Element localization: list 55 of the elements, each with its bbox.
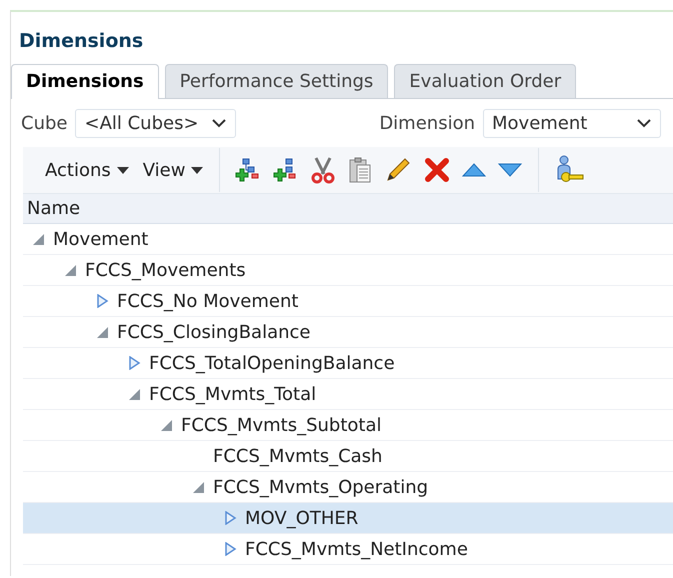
add-sibling-icon[interactable] — [272, 157, 298, 183]
collapsed-triangle-icon[interactable] — [127, 356, 141, 370]
tree-node-label[interactable]: FCCS_TotalOpeningBalance — [149, 352, 395, 374]
tree-node-label[interactable]: FCCS_Mvmts_Total — [149, 384, 316, 404]
tree-row[interactable]: Movement — [23, 224, 673, 255]
scissors-icon[interactable] — [310, 156, 336, 184]
expanded-triangle-icon[interactable] — [63, 263, 77, 277]
column-header: Name — [23, 194, 673, 224]
tree-row[interactable]: FCCS_Movements — [23, 255, 673, 286]
collapsed-triangle-icon[interactable] — [223, 542, 237, 556]
tree-row[interactable]: FCCS_Mvmts_NetIncome — [23, 534, 673, 565]
tree-row[interactable]: FCCS_No Movement — [23, 286, 673, 317]
tree-row[interactable]: FCCS_Mvmts_Subtotal — [23, 410, 673, 441]
field-label: Cube — [21, 112, 68, 134]
tree-node-label[interactable]: MOV_OTHER — [245, 508, 358, 528]
menu-button[interactable]: Actions — [43, 160, 131, 180]
expanded-triangle-icon[interactable] — [95, 325, 109, 339]
add-child-icon[interactable] — [234, 157, 260, 183]
menu-button[interactable]: View — [140, 160, 206, 180]
tree-node-label[interactable]: FCCS_Mvmts_Cash — [213, 446, 382, 466]
field-label: Dimension — [379, 112, 475, 134]
tree-node-label[interactable]: FCCS_No Movement — [117, 290, 298, 312]
tree-node-label[interactable]: FCCS_Mvmts_NetIncome — [245, 538, 468, 560]
tree-node-label[interactable]: Movement — [53, 228, 148, 250]
tab[interactable]: Performance Settings — [164, 64, 388, 98]
dropdown[interactable]: Movement — [483, 108, 661, 138]
caret-icon — [116, 166, 129, 174]
down-arrow-icon[interactable] — [498, 163, 522, 177]
tab[interactable]: Dimensions — [11, 64, 159, 99]
pencil-icon[interactable] — [384, 156, 412, 184]
tree-node-label[interactable]: FCCS_Mvmts_Subtotal — [181, 414, 382, 436]
expanded-triangle-icon[interactable] — [127, 387, 141, 401]
tree-node-label[interactable]: FCCS_Movements — [85, 260, 246, 280]
caret-icon — [191, 166, 204, 174]
up-arrow-icon[interactable] — [462, 163, 486, 177]
user-key-icon[interactable] — [555, 155, 586, 185]
tab[interactable]: Evaluation Order — [394, 64, 576, 98]
expanded-triangle-icon[interactable] — [31, 232, 45, 246]
page-title: Dimensions — [18, 29, 144, 54]
collapsed-triangle-icon[interactable] — [95, 294, 109, 308]
tree-row[interactable]: FCCS_Mvmts_Cash — [23, 441, 673, 472]
tree-row[interactable]: MOV_OTHER — [23, 503, 673, 534]
expanded-triangle-icon[interactable] — [191, 480, 205, 494]
dropdown[interactable]: <All Cubes> — [75, 108, 236, 138]
chevron-down-icon — [636, 118, 652, 128]
clipboard-icon[interactable] — [348, 156, 372, 184]
tree-row[interactable]: FCCS_ClosingBalance — [23, 317, 673, 348]
chevron-down-icon — [210, 118, 227, 128]
collapsed-triangle-icon[interactable] — [223, 511, 237, 525]
delete-icon[interactable] — [424, 157, 450, 183]
tree-node-label[interactable]: FCCS_Mvmts_Operating — [213, 476, 428, 498]
expanded-triangle-icon[interactable] — [159, 418, 173, 432]
tree-node-label[interactable]: FCCS_ClosingBalance — [117, 322, 310, 342]
tree-row[interactable]: FCCS_TotalOpeningBalance — [23, 348, 673, 379]
tree-row[interactable]: FCCS_Mvmts_Total — [23, 379, 673, 410]
